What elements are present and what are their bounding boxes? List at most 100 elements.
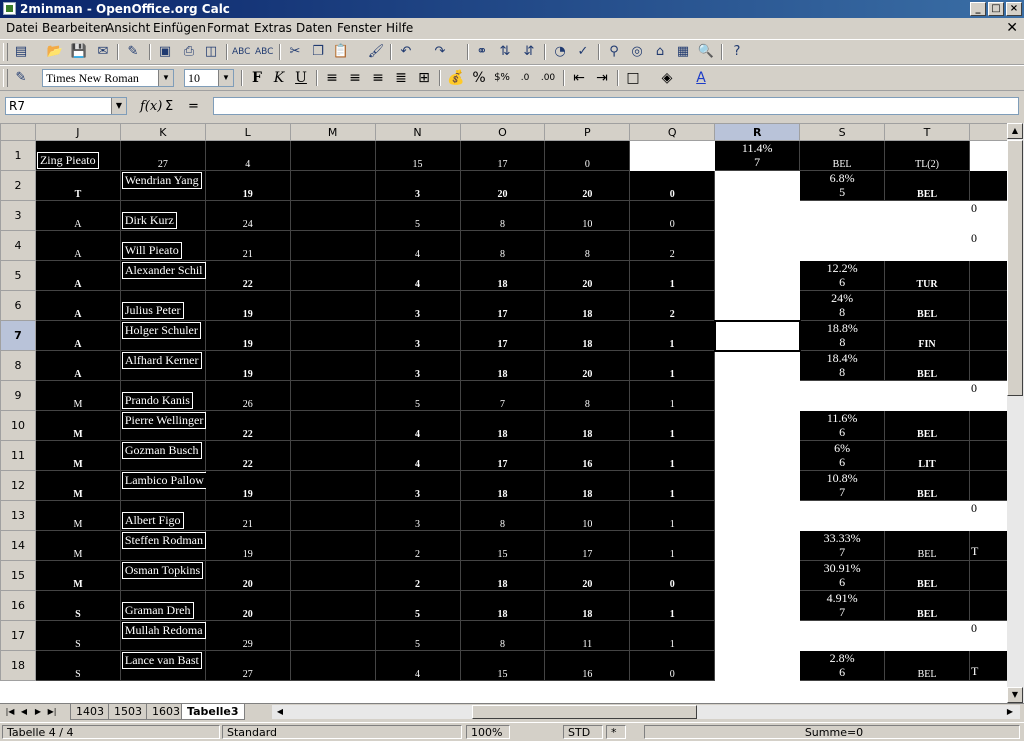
cell-o17[interactable]: 8: [459, 620, 546, 651]
cell-n17[interactable]: 5: [374, 620, 461, 651]
row-header[interactable]: 13: [0, 500, 36, 531]
chevron-down-icon[interactable]: ▼: [218, 70, 233, 86]
cell-t14[interactable]: BEL: [884, 530, 970, 561]
cell-t4[interactable]: [884, 230, 970, 261]
cell-n2[interactable]: 3: [374, 170, 461, 201]
cell-t9[interactable]: [884, 380, 970, 411]
cell-l2[interactable]: 19: [204, 170, 291, 201]
cell-r15[interactable]: [714, 560, 801, 591]
cell-q4[interactable]: 2: [629, 230, 716, 261]
cell-r2[interactable]: [714, 170, 801, 201]
cell-o15[interactable]: 18: [459, 560, 546, 591]
cell-s14[interactable]: 33.33% 7: [799, 530, 886, 561]
cell-m7[interactable]: [289, 320, 376, 351]
cell-o12[interactable]: 18: [459, 470, 546, 501]
cell-l7[interactable]: 19: [204, 320, 291, 351]
cell-q11[interactable]: 1: [629, 440, 716, 471]
cell-n15[interactable]: 2: [374, 560, 461, 591]
cell-t10[interactable]: BEL: [884, 410, 970, 441]
cell-k1[interactable]: 27: [119, 140, 206, 171]
cell-m2[interactable]: [289, 170, 376, 201]
cell-r14[interactable]: [714, 530, 801, 561]
cell-l13[interactable]: 21: [204, 500, 291, 531]
chevron-down-icon[interactable]: ▼: [158, 70, 173, 86]
scroll-left-icon[interactable]: ◀: [274, 705, 286, 718]
cell-p18[interactable]: 16: [544, 650, 631, 681]
cell-j6[interactable]: A: [34, 290, 121, 321]
cell-m16[interactable]: [289, 590, 376, 621]
horizontal-scrollbar[interactable]: ◀ ▶: [272, 705, 1020, 719]
cell-o7[interactable]: 17: [459, 320, 546, 351]
cell-n13[interactable]: 3: [374, 500, 461, 531]
cell-m14[interactable]: [289, 530, 376, 561]
edit-mode-icon[interactable]: ✎: [124, 43, 142, 61]
menu-fenster[interactable]: Fenster: [337, 21, 382, 35]
cell-o8[interactable]: 18: [459, 350, 546, 381]
cell-k4[interactable]: Will Pieato: [119, 230, 206, 261]
cell-n5[interactable]: 4: [374, 260, 461, 291]
cell-t3[interactable]: [884, 200, 970, 231]
cell-q9[interactable]: 1: [629, 380, 716, 411]
cell-j12[interactable]: M: [34, 470, 121, 501]
cell-j2[interactable]: T: [34, 170, 121, 201]
column-header-m[interactable]: M: [289, 123, 376, 141]
cell-t2[interactable]: BEL: [884, 170, 970, 201]
function-icon[interactable]: =: [188, 99, 199, 114]
cell-p4[interactable]: 8: [544, 230, 631, 261]
cell-r3[interactable]: [714, 200, 801, 231]
cell-l8[interactable]: 19: [204, 350, 291, 381]
cell-k15[interactable]: Osman Topkins: [119, 560, 206, 591]
sheet-tab-1403[interactable]: 1403: [70, 704, 110, 720]
active-cell-r7[interactable]: [713, 319, 801, 352]
cell-t7[interactable]: FIN: [884, 320, 970, 351]
cell-table[interactable]: JKLMNOPQRST 1 Zing Pieato 27 4 15 17 0 11.4% 7 BE…: [0, 123, 1020, 681]
cell-j7[interactable]: A: [34, 320, 121, 351]
save-icon[interactable]: 💾: [70, 43, 88, 61]
row-header[interactable]: 6: [0, 290, 36, 321]
email-icon[interactable]: ✉: [94, 43, 112, 61]
cell-t16[interactable]: BEL: [884, 590, 970, 621]
cell-r11[interactable]: [714, 440, 801, 471]
column-header-q[interactable]: Q: [629, 123, 716, 141]
cell-s6[interactable]: 24% 8: [799, 290, 886, 321]
close-button[interactable]: ×: [1006, 2, 1022, 16]
name-box[interactable]: R7 ▼: [5, 97, 127, 115]
cell-r5[interactable]: [714, 260, 801, 291]
cell-m10[interactable]: [289, 410, 376, 441]
row-header[interactable]: 15: [0, 560, 36, 591]
cell-l3[interactable]: 24: [204, 200, 291, 231]
borders-icon[interactable]: □: [624, 69, 642, 87]
increase-indent-icon[interactable]: ⇥: [593, 69, 611, 87]
cell-p13[interactable]: 10: [544, 500, 631, 531]
cell-n12[interactable]: 3: [374, 470, 461, 501]
cell-s5[interactable]: 12.2% 6: [799, 260, 886, 291]
standard-format-icon[interactable]: $%: [493, 69, 511, 87]
cell-k17[interactable]: Mullah Redoma: [119, 620, 206, 651]
scroll-up-icon[interactable]: ▲: [1007, 123, 1023, 139]
cell-k6[interactable]: Julius Peter: [119, 290, 206, 321]
cell-t8[interactable]: BEL: [884, 350, 970, 381]
export-pdf-icon[interactable]: ▣: [156, 43, 174, 61]
cell-s10[interactable]: 11.6% 6: [799, 410, 886, 441]
delete-decimal-icon[interactable]: .00: [539, 69, 557, 87]
document-close-icon[interactable]: ✕: [1006, 20, 1018, 36]
row-header[interactable]: 7: [0, 320, 36, 351]
cell-t17[interactable]: [884, 620, 970, 651]
cell-o14[interactable]: 15: [459, 530, 546, 561]
cell-o3[interactable]: 8: [459, 200, 546, 231]
menu-daten[interactable]: Daten: [296, 21, 332, 35]
cell-o9[interactable]: 7: [459, 380, 546, 411]
cell-l6[interactable]: 19: [204, 290, 291, 321]
cell-q6[interactable]: 2: [629, 290, 716, 321]
cell-r17[interactable]: [714, 620, 801, 651]
cell-s3[interactable]: [799, 200, 886, 231]
font-name-box[interactable]: Times New Roman ▼: [42, 69, 174, 87]
sort-ascending-icon[interactable]: ⇅: [496, 43, 514, 61]
cell-s11[interactable]: 6% 6: [799, 440, 886, 471]
cell-t6[interactable]: BEL: [884, 290, 970, 321]
scroll-down-icon[interactable]: ▼: [1007, 687, 1023, 703]
cell-m6[interactable]: [289, 290, 376, 321]
help-icon[interactable]: ?: [728, 43, 746, 61]
sheet-tab-1603[interactable]: 1603: [146, 704, 186, 720]
chevron-down-icon[interactable]: ▼: [111, 98, 126, 114]
